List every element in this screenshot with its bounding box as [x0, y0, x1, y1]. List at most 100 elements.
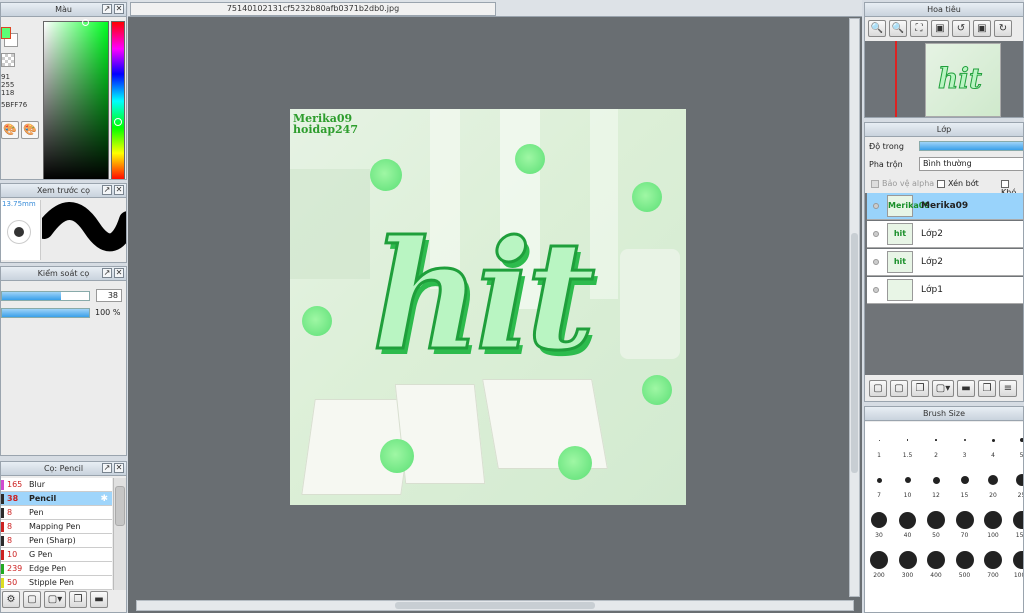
document-tab[interactable]: 75140102131cf5232b80afb0371b2db0.jpg: [130, 2, 496, 16]
protect-alpha-checkbox[interactable]: [871, 179, 879, 188]
brush-settings-gear-icon[interactable]: ✱: [100, 494, 108, 504]
brush-list-item[interactable]: 8 Pen: [1, 506, 112, 520]
brush-list-item[interactable]: 8 Pen (Sharp): [1, 534, 112, 548]
color-picker-icon[interactable]: 🎨: [21, 121, 39, 139]
brush-list-scroll-thumb[interactable]: [115, 486, 125, 526]
lock-checkbox[interactable]: [1001, 179, 1009, 188]
float-icon[interactable]: ↗: [102, 463, 112, 473]
brush-size-label: 1: [877, 452, 881, 459]
canvas-vertical-thumb[interactable]: [851, 233, 858, 473]
brush-list-item[interactable]: 165 Blur: [1, 478, 112, 492]
copy-brush-icon[interactable]: ❐: [69, 591, 87, 608]
sv-cursor[interactable]: [82, 19, 89, 26]
close-icon[interactable]: ✕: [114, 268, 124, 278]
brush-size-dot[interactable]: [898, 551, 917, 569]
layer-opacity-slider[interactable]: [919, 141, 1023, 151]
brush-size-dot[interactable]: [1012, 511, 1023, 529]
canvas-vertical-scrollbar[interactable]: [849, 18, 860, 597]
brush-size-dot[interactable]: [876, 477, 882, 483]
brush-size-dot[interactable]: [955, 551, 974, 569]
brush-size-dot[interactable]: [1015, 474, 1023, 486]
brush-size-input[interactable]: 38: [96, 289, 122, 302]
brush-list-item[interactable]: 8 Mapping Pen: [1, 520, 112, 534]
brush-list-item[interactable]: 239 Edge Pen: [1, 562, 112, 576]
palette-icon[interactable]: 🎨: [1, 121, 19, 139]
rotate-right-icon[interactable]: ↻: [994, 20, 1012, 37]
layer-visibility-icon[interactable]: [873, 231, 879, 237]
transfer-down-icon[interactable]: ❐: [978, 380, 996, 397]
add-layer-dropdown-icon[interactable]: ▢▾: [932, 380, 954, 397]
actual-size-icon[interactable]: ▣: [931, 20, 949, 37]
brush-size-dot[interactable]: [932, 476, 940, 484]
foreground-color-swatch[interactable]: [1, 27, 11, 39]
brush-size-dot[interactable]: [984, 511, 1002, 529]
layer-visibility-icon[interactable]: [873, 259, 879, 265]
brush-size-label: 500: [958, 572, 971, 579]
transparent-color-swatch[interactable]: [1, 53, 15, 67]
navigator-view[interactable]: hit: [865, 41, 1023, 117]
canvas-area[interactable]: 75140102131cf5232b80afb0371b2db0.jpg Mer…: [128, 0, 862, 613]
brush-size-dot[interactable]: [927, 551, 945, 569]
hue-slider[interactable]: [111, 21, 125, 179]
merge-down-icon[interactable]: ≡: [999, 380, 1017, 397]
add-brush-dropdown-icon[interactable]: ▢▾: [44, 591, 66, 608]
brush-size-dot[interactable]: [899, 511, 916, 529]
brush-settings-icon[interactable]: ⚙: [2, 591, 20, 608]
saturation-value-picker[interactable]: [43, 19, 109, 179]
fit-icon[interactable]: ⛶: [910, 20, 928, 37]
rotate-left-icon[interactable]: ↺: [952, 20, 970, 37]
layer-visibility-icon[interactable]: [873, 287, 879, 293]
brush-size-dot[interactable]: [1019, 438, 1023, 442]
close-icon[interactable]: ✕: [114, 4, 124, 14]
zoom-in-icon[interactable]: 🔍: [889, 20, 907, 37]
float-icon[interactable]: ↗: [102, 4, 112, 14]
brush-list-item[interactable]: 10 G Pen: [1, 548, 112, 562]
brush-list-item[interactable]: 38 Pencil ✱: [1, 492, 112, 506]
reset-rotation-icon[interactable]: ▣: [973, 20, 991, 37]
brush-size-dot[interactable]: [935, 439, 937, 441]
brush-size-dot[interactable]: [960, 476, 969, 484]
new-layer-icon[interactable]: ▢: [869, 380, 887, 397]
layer-visibility-icon[interactable]: [873, 203, 879, 209]
clipping-checkbox[interactable]: [937, 179, 945, 188]
layer-row[interactable]: hit Lớp2: [867, 221, 1023, 248]
hue-cursor[interactable]: [114, 118, 122, 126]
brush-size-dot[interactable]: [963, 439, 966, 441]
blend-mode-select[interactable]: Bình thường: [919, 157, 1023, 171]
folder-icon[interactable]: ▬: [90, 591, 108, 608]
new-vector-layer-icon[interactable]: ▢: [890, 380, 908, 397]
zoom-out-icon[interactable]: 🔍: [868, 20, 886, 37]
brush-size-dot[interactable]: [870, 551, 888, 569]
brush-size-dot[interactable]: [871, 512, 887, 528]
close-icon[interactable]: ✕: [114, 185, 124, 195]
brush-size-dot[interactable]: [904, 477, 911, 483]
close-icon[interactable]: ✕: [114, 463, 124, 473]
brush-size-dot[interactable]: [878, 439, 880, 441]
copy-layer-icon[interactable]: ❐: [911, 380, 929, 397]
brush-size-dot[interactable]: [984, 551, 1002, 569]
brush-size-dot[interactable]: [988, 475, 998, 485]
brush-size-dot[interactable]: [1012, 551, 1023, 569]
brush-size-dot[interactable]: [906, 439, 909, 441]
artwork-canvas[interactable]: Merika09 hoidap247 hit: [290, 109, 686, 505]
layer-row[interactable]: Lớp1: [867, 277, 1023, 304]
brush-size-dot[interactable]: [955, 511, 974, 529]
brush-size-slider[interactable]: [1, 291, 90, 301]
protect-alpha-option[interactable]: Bảo vệ alpha: [871, 179, 934, 188]
brush-list-scrollbar[interactable]: [113, 478, 126, 590]
brush-list-item[interactable]: 50 Stipple Pen: [1, 576, 112, 590]
layer-row[interactable]: Merika09 Merika09: [867, 193, 1023, 220]
float-icon[interactable]: ↗: [102, 268, 112, 278]
brush-opacity-slider[interactable]: [1, 308, 90, 318]
float-icon[interactable]: ↗: [102, 185, 112, 195]
layer-folder-icon[interactable]: ▬: [957, 380, 975, 397]
clipping-option[interactable]: Xén bớt: [937, 179, 979, 188]
brush-size-dot[interactable]: [927, 511, 945, 529]
layer-row[interactable]: hit Lớp2: [867, 249, 1023, 276]
canvas-horizontal-thumb[interactable]: [395, 602, 595, 609]
layers-panel: Lớp Độ trong Pha trộn Bình thường Bảo vệ…: [864, 122, 1024, 402]
brush-size-label: 300: [901, 572, 914, 579]
brush-size-dot[interactable]: [991, 438, 995, 442]
new-brush-icon[interactable]: ▢: [23, 591, 41, 608]
canvas-horizontal-scrollbar[interactable]: [136, 600, 854, 611]
